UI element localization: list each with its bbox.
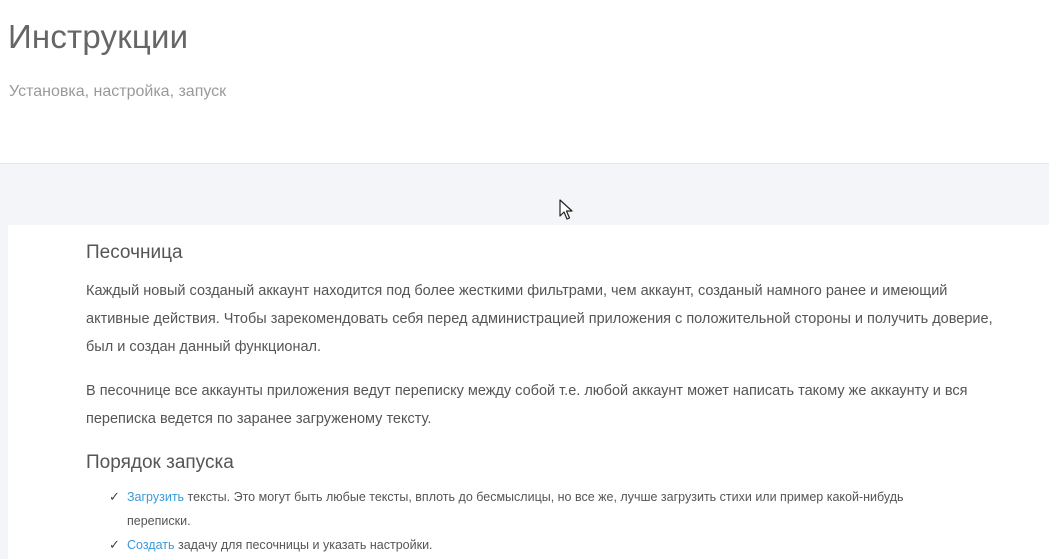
sandbox-title: Песочница bbox=[86, 242, 183, 263]
launch-steps-list: ✓ Загрузить тексты. Это могут быть любые… bbox=[109, 485, 969, 557]
page-header: Инструкции Установка, настройка, запуск bbox=[0, 0, 1049, 164]
mouse-cursor-icon bbox=[559, 199, 573, 220]
instructions-card: Песочница Каждый новый созданый аккаунт … bbox=[8, 225, 1049, 559]
check-icon: ✓ bbox=[109, 489, 120, 504]
check-icon: ✓ bbox=[109, 537, 120, 552]
page-subtitle: Установка, настройка, запуск bbox=[9, 83, 227, 100]
list-item: ✓ Загрузить тексты. Это могут быть любые… bbox=[109, 485, 969, 533]
sandbox-paragraph-1: Каждый новый созданый аккаунт находится … bbox=[86, 283, 993, 355]
list-item: ✓ Создать задачу для песочницы и указать… bbox=[109, 533, 969, 557]
launch-title: Порядок запуска bbox=[86, 452, 234, 473]
page-title: Инструкции bbox=[8, 18, 189, 55]
upload-link[interactable]: Загрузить bbox=[127, 490, 184, 504]
step-text: задачу для песочницы и указать настройки… bbox=[174, 538, 433, 552]
step-text: тексты. Это могут быть любые тексты, впл… bbox=[127, 490, 904, 528]
sandbox-paragraph-2: В песочнице все аккаунты приложения веду… bbox=[86, 383, 968, 427]
create-link[interactable]: Создать bbox=[127, 538, 175, 552]
